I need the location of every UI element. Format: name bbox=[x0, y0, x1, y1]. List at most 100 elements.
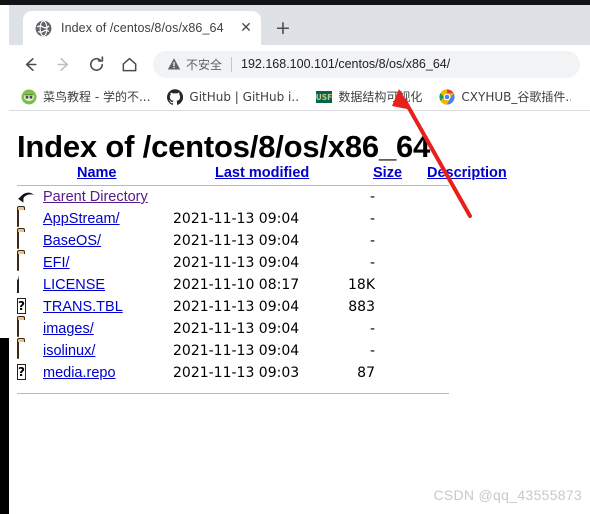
folder-icon bbox=[17, 340, 43, 362]
column-header-description[interactable]: Description bbox=[427, 165, 517, 185]
file-description bbox=[385, 362, 475, 384]
omnibox-divider bbox=[231, 56, 233, 72]
table-row[interactable]: BaseOS/ 2021-11-13 09:04 - bbox=[17, 230, 475, 252]
browser-window: Index of /centos/8/os/x86_64 ✕ + 不安全 192… bbox=[9, 5, 590, 514]
file-description bbox=[385, 296, 475, 318]
file-size: - bbox=[369, 255, 375, 271]
bookmark-label: 菜鸟教程 - 学的不... bbox=[43, 90, 151, 104]
tab-strip: Index of /centos/8/os/x86_64 ✕ + bbox=[9, 5, 590, 45]
table-header-row: Name Last modified Size Description bbox=[17, 165, 517, 185]
table-row[interactable]: ? TRANS.TBL 2021-11-13 09:04 883 bbox=[17, 296, 475, 318]
file-size: 87 bbox=[357, 365, 375, 381]
bookmark-label: CXYHUB_谷歌插件... bbox=[461, 90, 572, 104]
file-link[interactable]: isolinux/ bbox=[43, 343, 95, 359]
file-last-modified: 2021-11-13 09:04 bbox=[173, 255, 300, 271]
file-last-modified: 2021-11-13 09:04 bbox=[173, 211, 300, 227]
bookmark-label: 数据结构可视化 bbox=[338, 90, 423, 104]
file-size: - bbox=[369, 211, 375, 227]
file-link[interactable]: EFI/ bbox=[43, 255, 70, 271]
folder-icon bbox=[17, 208, 43, 230]
table-row[interactable]: Parent Directory - bbox=[17, 186, 475, 208]
file-last-modified: 2021-11-13 09:04 bbox=[173, 343, 300, 359]
file-link[interactable]: TRANS.TBL bbox=[43, 299, 123, 315]
file-link[interactable]: Parent Directory bbox=[43, 189, 148, 205]
column-header-size[interactable]: Size bbox=[373, 165, 427, 185]
file-description bbox=[385, 274, 475, 296]
file-link[interactable]: images/ bbox=[43, 321, 94, 337]
file-description bbox=[385, 230, 475, 252]
bookmark-item-data-structure-viz[interactable]: USF 数据结构可视化 bbox=[316, 88, 422, 105]
file-last-modified: 2021-11-13 09:04 bbox=[173, 321, 300, 337]
reload-icon bbox=[89, 55, 103, 71]
browser-tab[interactable]: Index of /centos/8/os/x86_64 ✕ bbox=[23, 11, 261, 45]
page-content: Index of /centos/8/os/x86_64 Name Last m… bbox=[9, 111, 590, 513]
table-row[interactable]: LICENSE 2021-11-10 08:17 18K bbox=[17, 274, 475, 296]
github-icon bbox=[167, 88, 184, 105]
page-title: Index of /centos/8/os/x86_64 bbox=[17, 129, 431, 164]
folder-icon bbox=[17, 230, 43, 252]
home-button[interactable] bbox=[114, 49, 144, 79]
bookmark-item-cxyhub[interactable]: CXYHUB_谷歌插件... bbox=[439, 88, 571, 105]
watermark-text: CSDN @qq_43555873 bbox=[433, 487, 582, 503]
file-description bbox=[385, 340, 475, 362]
text-file-icon bbox=[17, 274, 43, 296]
desktop-background: Index of /centos/8/os/x86_64 ✕ + 不安全 192… bbox=[0, 0, 590, 514]
file-description bbox=[385, 252, 475, 274]
table-row[interactable]: ? media.repo 2021-11-13 09:03 87 bbox=[17, 362, 475, 384]
column-header-name[interactable]: Name bbox=[43, 165, 207, 185]
parent-directory-icon bbox=[17, 186, 43, 208]
file-size: - bbox=[369, 233, 375, 249]
browser-toolbar: 不安全 192.168.100.101/centos/8/os/x86_64/ bbox=[9, 45, 590, 83]
file-size: - bbox=[369, 343, 375, 359]
file-link[interactable]: AppStream/ bbox=[43, 211, 120, 227]
file-size: - bbox=[369, 321, 375, 337]
column-header-last-modified[interactable]: Last modified bbox=[207, 165, 373, 185]
background-window-edge bbox=[0, 338, 9, 514]
file-last-modified: 2021-11-13 09:04 bbox=[173, 299, 300, 315]
warning-triangle-icon bbox=[167, 57, 181, 71]
table-row[interactable]: AppStream/ 2021-11-13 09:04 - bbox=[17, 208, 475, 230]
close-icon[interactable]: ✕ bbox=[237, 19, 255, 37]
bookmark-item-github[interactable]: GitHub | GitHub i... bbox=[167, 88, 300, 105]
file-link[interactable]: BaseOS/ bbox=[43, 233, 101, 249]
runoob-icon bbox=[21, 89, 37, 105]
file-description bbox=[385, 208, 475, 230]
address-bar[interactable]: 不安全 192.168.100.101/centos/8/os/x86_64/ bbox=[153, 50, 580, 78]
directory-listing-body: Parent Directory - AppStream/ 2021-11-13… bbox=[17, 186, 475, 384]
url-text[interactable]: 192.168.100.101/centos/8/os/x86_64/ bbox=[241, 57, 566, 71]
folder-icon bbox=[17, 252, 43, 274]
bookmarks-bar: 菜鸟教程 - 学的不... GitHub | GitHub i... USF 数… bbox=[9, 83, 590, 111]
file-link[interactable]: LICENSE bbox=[43, 277, 105, 293]
forward-arrow-icon bbox=[56, 57, 68, 71]
reload-button[interactable] bbox=[81, 49, 111, 79]
directory-listing-table: Name Last modified Size Description bbox=[17, 165, 517, 185]
file-link[interactable]: media.repo bbox=[43, 365, 116, 381]
file-size: 18K bbox=[348, 277, 375, 293]
security-label: 不安全 bbox=[186, 57, 223, 72]
file-last-modified: 2021-11-10 08:17 bbox=[173, 277, 300, 293]
file-size: - bbox=[369, 189, 375, 205]
globe-icon bbox=[35, 20, 52, 37]
home-icon bbox=[122, 57, 136, 71]
file-description bbox=[385, 318, 475, 340]
file-last-modified: 2021-11-13 09:04 bbox=[173, 233, 300, 249]
bookmark-label: GitHub | GitHub i... bbox=[189, 89, 300, 104]
back-arrow-icon bbox=[25, 57, 37, 71]
chrome-icon bbox=[439, 88, 456, 105]
table-row[interactable]: images/ 2021-11-13 09:04 - bbox=[17, 318, 475, 340]
unknown-file-icon: ? bbox=[17, 297, 26, 314]
bookmark-item-runoob[interactable]: 菜鸟教程 - 学的不... bbox=[21, 88, 150, 105]
table-row[interactable]: isolinux/ 2021-11-13 09:04 - bbox=[17, 340, 475, 362]
divider-bottom bbox=[17, 393, 449, 394]
usf-icon: USF bbox=[316, 89, 333, 105]
file-last-modified: 2021-11-13 09:03 bbox=[173, 365, 300, 381]
file-last-modified bbox=[173, 186, 331, 208]
forward-button[interactable] bbox=[48, 49, 78, 79]
new-tab-button[interactable]: + bbox=[270, 16, 296, 42]
svg-text:USF: USF bbox=[316, 93, 332, 102]
column-header-icon bbox=[17, 165, 43, 185]
back-button[interactable] bbox=[15, 49, 45, 79]
table-row[interactable]: EFI/ 2021-11-13 09:04 - bbox=[17, 252, 475, 274]
tab-title: Index of /centos/8/os/x86_64 bbox=[61, 21, 224, 35]
file-size: 883 bbox=[348, 299, 375, 315]
